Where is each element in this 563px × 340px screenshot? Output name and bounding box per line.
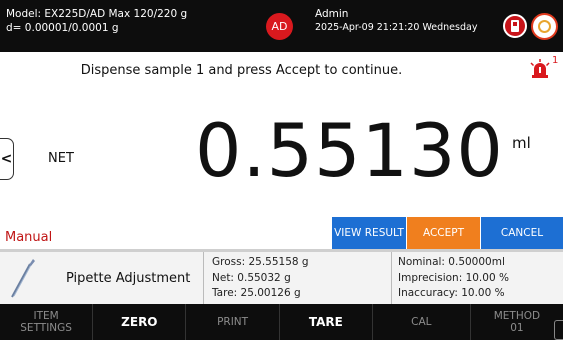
siren-alarm-icon[interactable] (528, 58, 552, 80)
pipette-icon (11, 259, 35, 298)
item-settings-label-1: ITEM (33, 310, 59, 322)
user-name: Admin (315, 8, 349, 20)
nominal-value: Nominal: 0.50000ml (398, 256, 505, 268)
reading-unit: ml (512, 134, 531, 152)
power-icon[interactable] (531, 13, 558, 40)
method-specs: Nominal: 0.50000ml Imprecision: 10.00 % … (398, 255, 509, 302)
readability-line: d= 0.00001/0.0001 g (6, 22, 119, 34)
imprecision-value: Imprecision: 10.00 % (398, 271, 509, 284)
accept-button[interactable]: ACCEPT (407, 217, 480, 249)
weight-stats: Gross: 25.55158 g Net: 0.55032 g Tare: 2… (212, 255, 309, 302)
tare-button[interactable]: TARE (280, 304, 373, 340)
balance-info: Model: EX225D/AD Max 120/220 g d= 0.0000… (6, 7, 187, 35)
item-settings-label-2: SETTINGS (20, 322, 72, 334)
weight-reading: 0.55130 (195, 109, 504, 194)
view-result-button[interactable]: VIEW RESULT (332, 217, 406, 249)
item-settings-button[interactable]: ITEM SETTINGS (0, 304, 94, 340)
cancel-button[interactable]: CANCEL (481, 217, 563, 249)
user-info: Admin 2025-Apr-09 21:21:20 Wednesday (315, 7, 477, 35)
date-time: 2025-Apr-09 21:21:20 Wednesday (315, 22, 478, 33)
mode-label: Manual (5, 230, 53, 245)
method-info-panel: Pipette Adjustment Gross: 25.55158 g Net… (0, 249, 563, 304)
net-label: NET (48, 151, 74, 166)
gross-value: Gross: 25.55158 g (212, 256, 309, 268)
toolbar-scroll-handle[interactable] (554, 320, 563, 340)
zero-button[interactable]: ZERO (93, 304, 187, 340)
net-value: Net: 0.55032 g (212, 271, 291, 284)
method-label-1: METHOD (493, 310, 541, 322)
alarm-count-badge: 1 (552, 55, 559, 66)
cal-button[interactable]: CAL (373, 304, 471, 340)
inaccuracy-value: Inaccuracy: 10.00 % (398, 287, 505, 299)
divider (391, 252, 392, 304)
user-avatar[interactable]: AD (266, 13, 293, 40)
model-line: Model: EX225D/AD Max 120/220 g (6, 8, 188, 20)
print-button[interactable]: PRINT (186, 304, 280, 340)
bottom-toolbar: ITEM SETTINGS ZERO PRINT TARE CAL METHOD 0… (0, 304, 563, 340)
top-status-bar: Model: EX225D/AD Max 120/220 g d= 0.0000… (0, 0, 563, 52)
instruction-text: Dispense sample 1 and press Accept to co… (80, 63, 403, 78)
side-panel-toggle[interactable]: < (0, 138, 14, 180)
method-name: Pipette Adjustment (66, 271, 191, 286)
tare-value: Tare: 25.00126 g (212, 287, 301, 299)
method-button[interactable]: METHOD 01 (471, 304, 563, 340)
method-label-2: 01 (510, 322, 524, 334)
usb-drive-icon[interactable] (503, 14, 527, 38)
divider (203, 252, 204, 304)
